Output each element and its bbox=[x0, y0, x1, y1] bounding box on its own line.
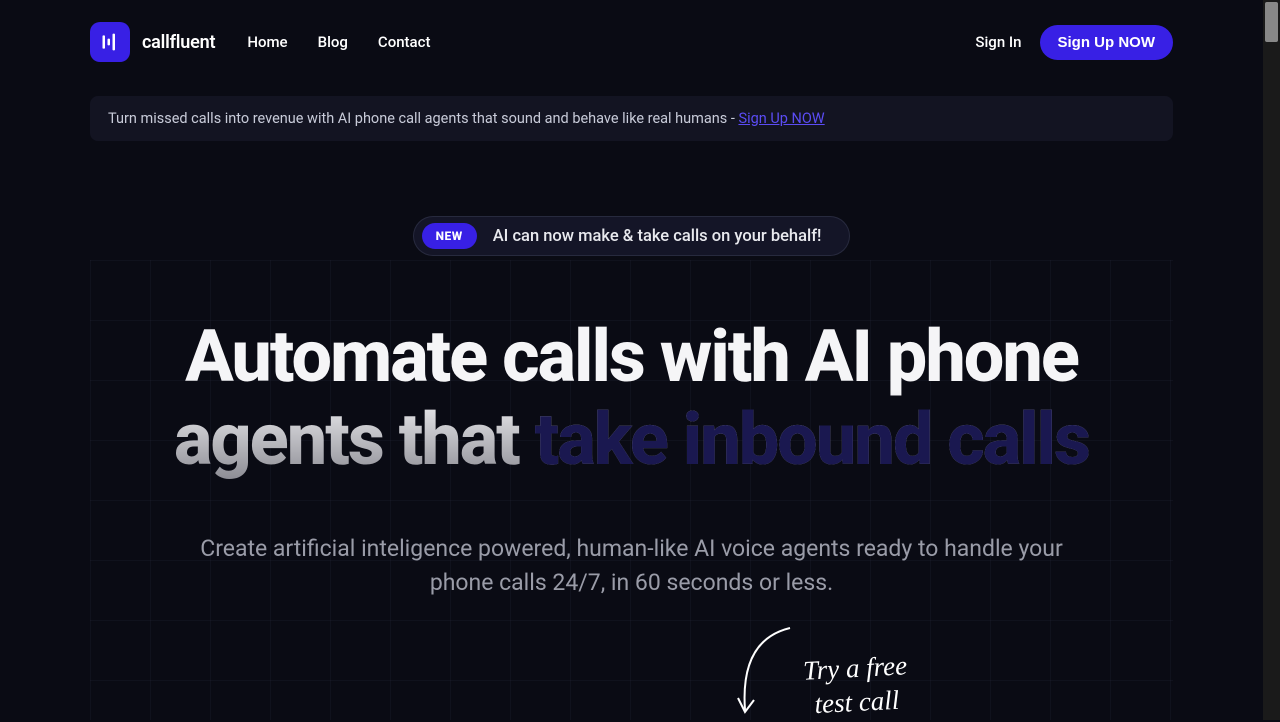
logo-bars-icon bbox=[100, 32, 120, 52]
callout-text: Try a free test call bbox=[802, 649, 909, 722]
promo-banner: Turn missed calls into revenue with AI p… bbox=[90, 96, 1173, 141]
nav-blog[interactable]: Blog bbox=[318, 33, 348, 51]
callout-line1: Try a free bbox=[802, 650, 907, 685]
signin-link[interactable]: Sign In bbox=[975, 33, 1021, 51]
test-call-callout: Try a free test call bbox=[720, 620, 908, 720]
header-right-group: Sign In Sign Up NOW bbox=[975, 25, 1173, 60]
arrow-icon bbox=[720, 620, 800, 720]
logo-mark bbox=[90, 22, 130, 62]
scrollbar-track[interactable] bbox=[1263, 0, 1280, 720]
headline-accent: take inbound calls bbox=[535, 397, 1089, 482]
banner-signup-link[interactable]: Sign Up NOW bbox=[738, 110, 824, 127]
feature-pill: NEW AI can now make & take calls on your… bbox=[413, 216, 851, 256]
callout-line2: test call bbox=[814, 685, 900, 719]
new-badge: NEW bbox=[422, 223, 477, 249]
brand-name: callfluent bbox=[142, 32, 215, 53]
brand-logo[interactable]: callfluent bbox=[90, 22, 215, 62]
header-left-group: callfluent Home Blog Contact bbox=[90, 22, 430, 62]
pill-caption: AI can now make & take calls on your beh… bbox=[493, 227, 822, 246]
scrollbar-thumb[interactable] bbox=[1265, 2, 1278, 42]
signup-button[interactable]: Sign Up NOW bbox=[1040, 25, 1174, 60]
site-header: callfluent Home Blog Contact Sign In Sig… bbox=[90, 0, 1173, 74]
primary-nav: Home Blog Contact bbox=[247, 33, 430, 51]
banner-text: Turn missed calls into revenue with AI p… bbox=[108, 110, 738, 127]
nav-contact[interactable]: Contact bbox=[378, 33, 431, 51]
hero-headline: Automate calls with AI phone agents that… bbox=[90, 316, 1173, 482]
nav-home[interactable]: Home bbox=[247, 33, 287, 51]
hero-section: NEW AI can now make & take calls on your… bbox=[90, 216, 1173, 601]
hero-subhead: Create artificial inteligence powered, h… bbox=[182, 532, 1082, 601]
